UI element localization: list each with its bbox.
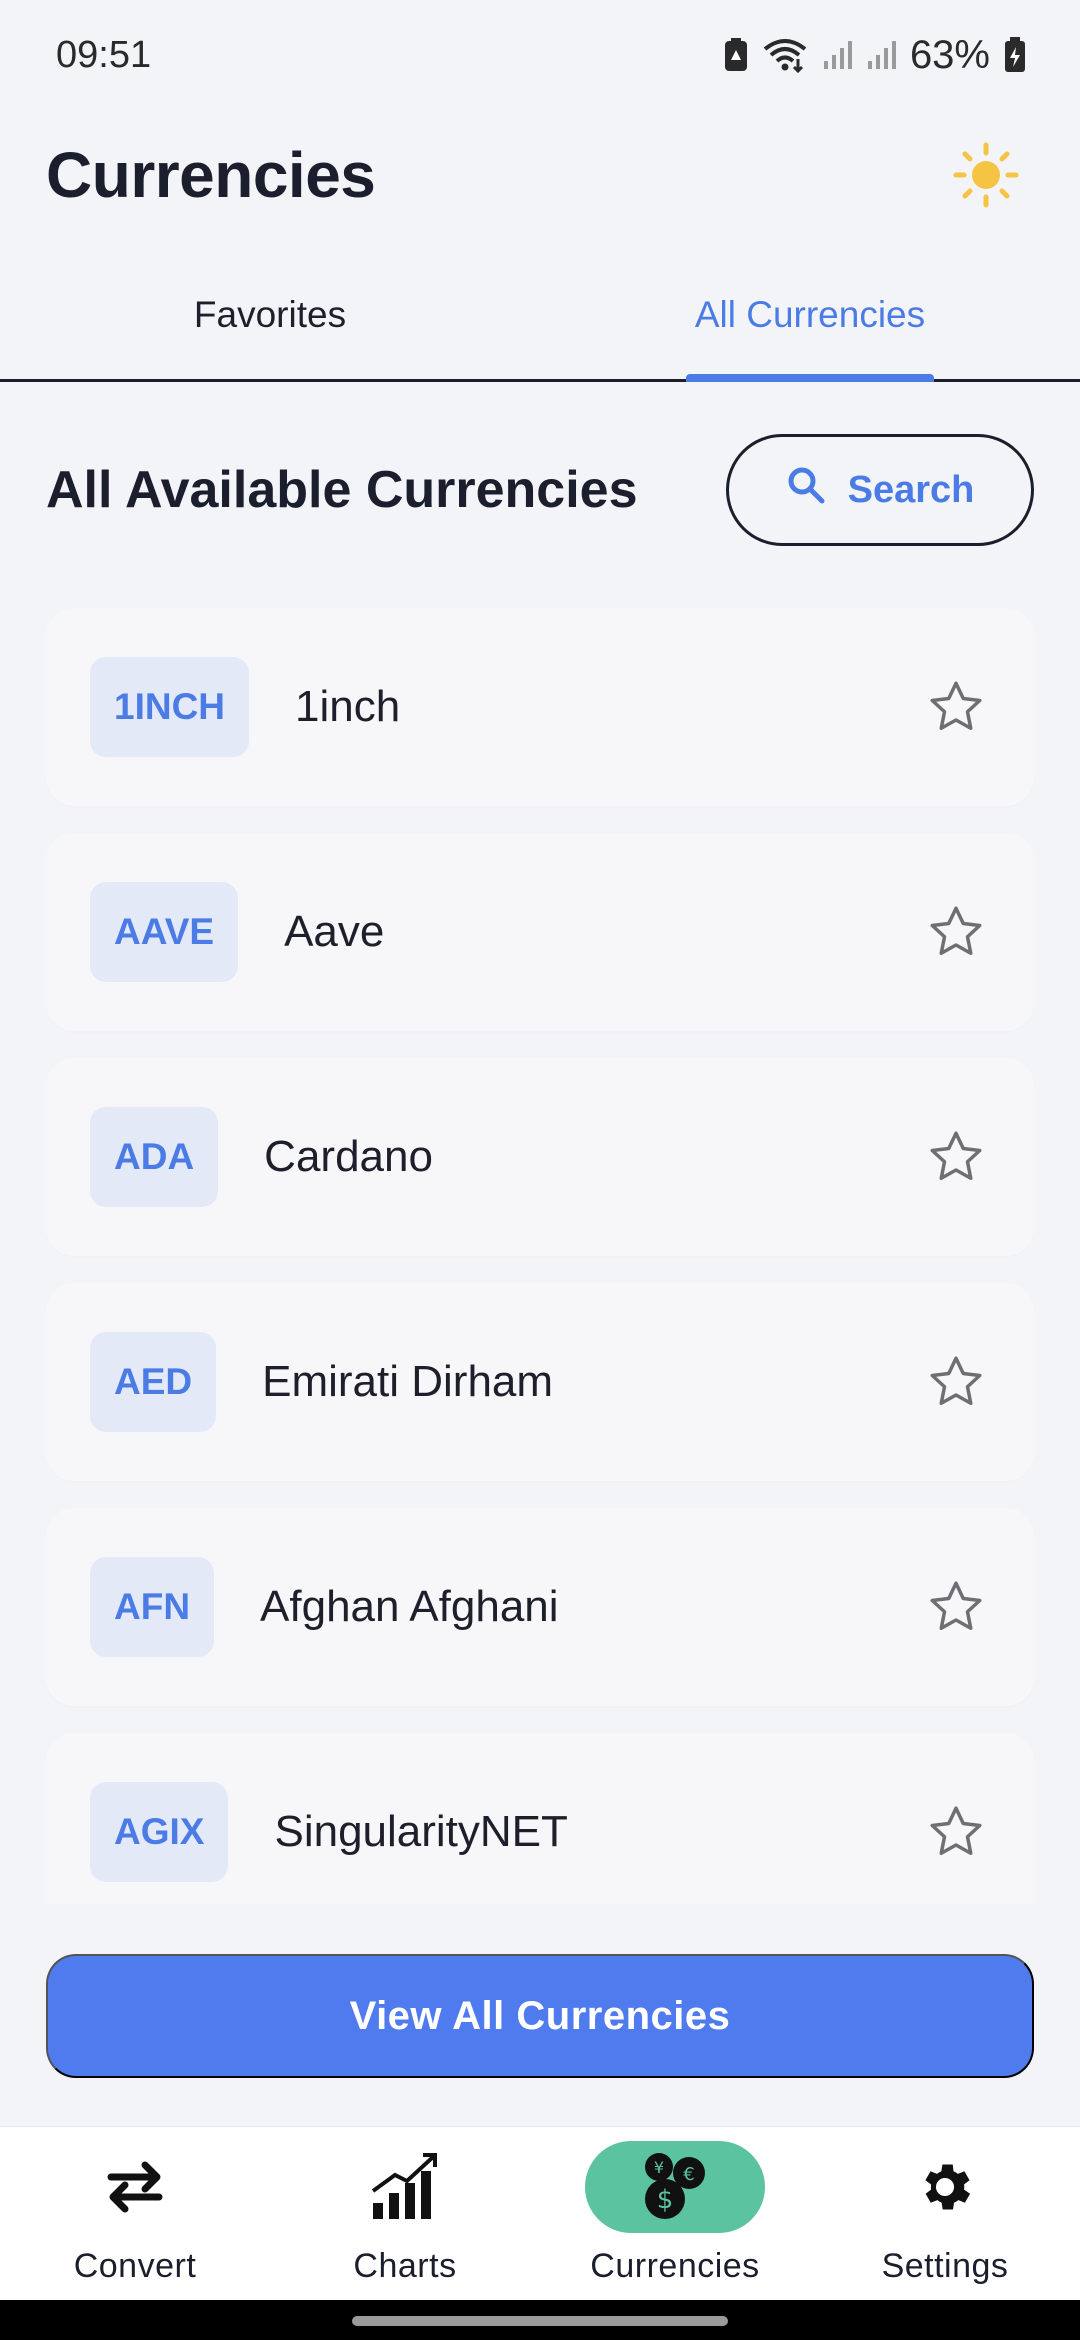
nav-item-settings[interactable]: Settings xyxy=(810,2127,1080,2300)
tab-bar: Favorites All Currencies xyxy=(0,250,1080,382)
page-title: Currencies xyxy=(46,139,376,211)
star-icon[interactable] xyxy=(924,900,988,964)
app-header: Currencies xyxy=(0,110,1080,240)
nav-label: Convert xyxy=(73,2247,197,2285)
star-icon[interactable] xyxy=(924,1575,988,1639)
section-header: All Available Currencies Search xyxy=(0,430,1080,550)
svg-text:$: $ xyxy=(657,2185,674,2215)
search-icon xyxy=(786,465,826,515)
currency-code-badge: 1INCH xyxy=(90,657,250,757)
nav-item-currencies[interactable]: ¥ € $ Currencies xyxy=(540,2127,810,2300)
section-title: All Available Currencies xyxy=(46,461,638,519)
currency-code-badge: AFN xyxy=(90,1557,215,1657)
search-button[interactable]: Search xyxy=(726,434,1034,546)
star-icon[interactable] xyxy=(924,1350,988,1414)
battery-icon xyxy=(1004,37,1026,73)
sun-icon[interactable] xyxy=(946,135,1026,215)
list-item[interactable]: AGIX SingularityNET xyxy=(46,1733,1034,1904)
currency-list[interactable]: 1INCH 1inch AAVE Aave ADA Cardano AED Em… xyxy=(46,608,1034,1904)
tab-label: All Currencies xyxy=(694,293,926,335)
coins-icon: ¥ € $ xyxy=(585,2141,765,2233)
nav-label: Charts xyxy=(353,2247,457,2285)
wifi-icon xyxy=(762,37,808,73)
status-time: 09:51 xyxy=(56,33,152,76)
nav-item-charts[interactable]: Charts xyxy=(270,2127,540,2300)
list-item[interactable]: ADA Cardano xyxy=(46,1058,1034,1256)
star-icon[interactable] xyxy=(924,675,988,739)
nav-item-convert[interactable]: Convert xyxy=(0,2127,270,2300)
nav-label: Settings xyxy=(881,2247,1009,2285)
search-button-label: Search xyxy=(847,468,975,511)
star-icon[interactable] xyxy=(924,1800,988,1864)
home-indicator[interactable] xyxy=(352,2316,728,2326)
gesture-bar xyxy=(0,2300,1080,2340)
currency-name: Aave xyxy=(284,907,385,956)
list-item[interactable]: AAVE Aave xyxy=(46,833,1034,1031)
bottom-nav: Convert Charts ¥ € $ Currencies Settings xyxy=(0,2126,1080,2300)
svg-text:¥: ¥ xyxy=(654,2158,664,2177)
active-tab-indicator xyxy=(686,374,934,382)
currency-code-badge: AAVE xyxy=(90,882,239,982)
battery-saver-icon xyxy=(724,38,748,72)
currency-name: 1inch xyxy=(295,682,401,731)
gear-icon xyxy=(855,2141,1035,2233)
list-item[interactable]: 1INCH 1inch xyxy=(46,608,1034,806)
tab-favorites[interactable]: Favorites xyxy=(0,250,540,379)
currency-code-badge: AED xyxy=(90,1332,217,1432)
status-icons: 63% xyxy=(724,33,1026,78)
currency-code-badge: ADA xyxy=(90,1107,219,1207)
chart-icon xyxy=(315,2141,495,2233)
tab-label: Favorites xyxy=(193,293,347,335)
svg-text:€: € xyxy=(683,2164,694,2185)
status-bar: 09:51 63% xyxy=(0,0,1080,110)
list-item[interactable]: AFN Afghan Afghani xyxy=(46,1508,1034,1706)
star-icon[interactable] xyxy=(924,1125,988,1189)
currency-name: Emirati Dirham xyxy=(262,1357,554,1406)
nav-label: Currencies xyxy=(590,2247,760,2285)
signal-icon xyxy=(822,39,852,71)
tab-all-currencies[interactable]: All Currencies xyxy=(540,250,1080,382)
swap-arrows-icon xyxy=(45,2141,225,2233)
view-all-currencies-button[interactable]: View All Currencies xyxy=(46,1954,1034,2078)
signal-icon xyxy=(866,39,896,71)
currency-code-badge: AGIX xyxy=(90,1782,229,1882)
battery-percent: 63% xyxy=(909,32,990,77)
currency-name: SingularityNET xyxy=(274,1807,568,1856)
list-item[interactable]: AED Emirati Dirham xyxy=(46,1283,1034,1481)
currency-name: Cardano xyxy=(264,1132,433,1181)
currency-name: Afghan Afghani xyxy=(260,1582,559,1631)
